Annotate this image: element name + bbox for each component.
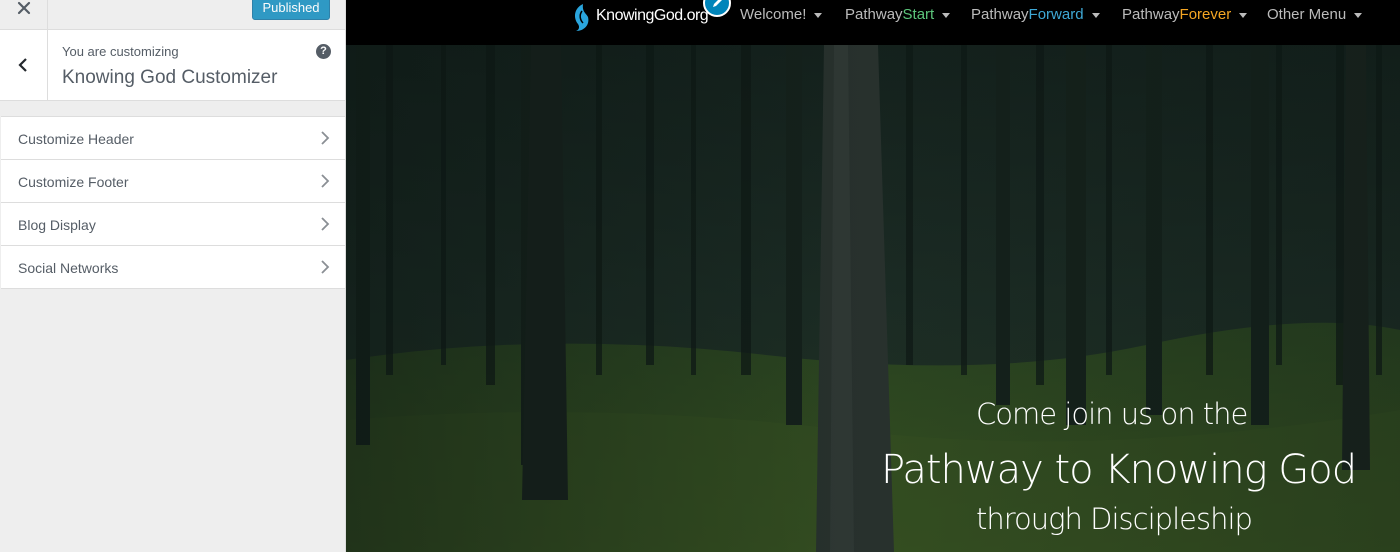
flame-logo-icon [575, 4, 589, 31]
nav-label: Other Menu [1267, 6, 1347, 23]
close-customizer-button[interactable] [0, 0, 48, 30]
nav-label-suffix: Start [902, 6, 935, 23]
nav-item-other-menu[interactable]: Other Menu [1267, 6, 1363, 26]
site-navbar: KnowingGod.org Welcome! PathwayStart Pat… [346, 0, 1400, 45]
section-customize-footer[interactable]: Customize Footer [1, 160, 345, 203]
nav-label-suffix: Forever [1179, 6, 1232, 23]
logo-text: KnowingGod.org [596, 7, 709, 24]
section-label: Blog Display [18, 217, 96, 233]
close-icon [17, 1, 31, 15]
chevron-right-icon [321, 174, 330, 188]
section-label: Customize Header [18, 131, 134, 147]
nav-label: Welcome! [740, 6, 807, 23]
customizer-info-panel: You are customizing Knowing God Customiz… [0, 30, 345, 101]
hero-subtitle: Come join us on the [976, 397, 1248, 431]
caret-down-icon [1354, 12, 1363, 18]
nav-item-pathway-start[interactable]: PathwayStart [845, 6, 951, 26]
chevron-right-icon [321, 260, 330, 274]
section-customize-header[interactable]: Customize Header [1, 117, 345, 160]
chevron-right-icon [321, 131, 330, 145]
customizer-sidebar: Published You are customizing Knowing Go… [0, 0, 346, 552]
nav-item-pathway-forever[interactable]: PathwayForever [1122, 6, 1248, 26]
nav-item-pathway-forward[interactable]: PathwayForward [971, 6, 1100, 26]
nav-label-prefix: Pathway [971, 6, 1029, 23]
nav-label-prefix: Pathway [845, 6, 903, 23]
hero-title: Pathway to Knowing God [881, 447, 1357, 493]
nav-label-prefix: Pathway [1122, 6, 1180, 23]
customizer-section-list: Customize Header Customize Footer Blog D… [1, 116, 345, 289]
nav-label-suffix: Forward [1028, 6, 1084, 23]
back-button[interactable] [0, 30, 48, 100]
section-label: Social Networks [18, 260, 119, 276]
section-social-networks[interactable]: Social Networks [1, 246, 345, 289]
site-preview[interactable]: KnowingGod.org Welcome! PathwayStart Pat… [346, 0, 1400, 552]
customizer-header-bar: Published [0, 0, 345, 30]
hero-tagline: through Discipleship [976, 502, 1253, 536]
caret-down-icon [942, 12, 951, 18]
chevron-left-icon [18, 58, 27, 72]
caret-down-icon [1091, 12, 1100, 18]
section-blog-display[interactable]: Blog Display [1, 203, 345, 246]
publish-button[interactable]: Published [252, 0, 330, 20]
pencil-icon [713, 0, 722, 7]
help-icon[interactable]: ? [316, 44, 331, 59]
chevron-right-icon [321, 217, 330, 231]
caret-down-icon [814, 12, 823, 18]
caret-down-icon [1239, 12, 1248, 18]
nav-item-welcome[interactable]: Welcome! [740, 6, 823, 26]
section-label: Customize Footer [18, 174, 129, 190]
customizing-label: You are customizing [62, 44, 179, 59]
panel-title: Knowing God Customizer [62, 67, 278, 88]
